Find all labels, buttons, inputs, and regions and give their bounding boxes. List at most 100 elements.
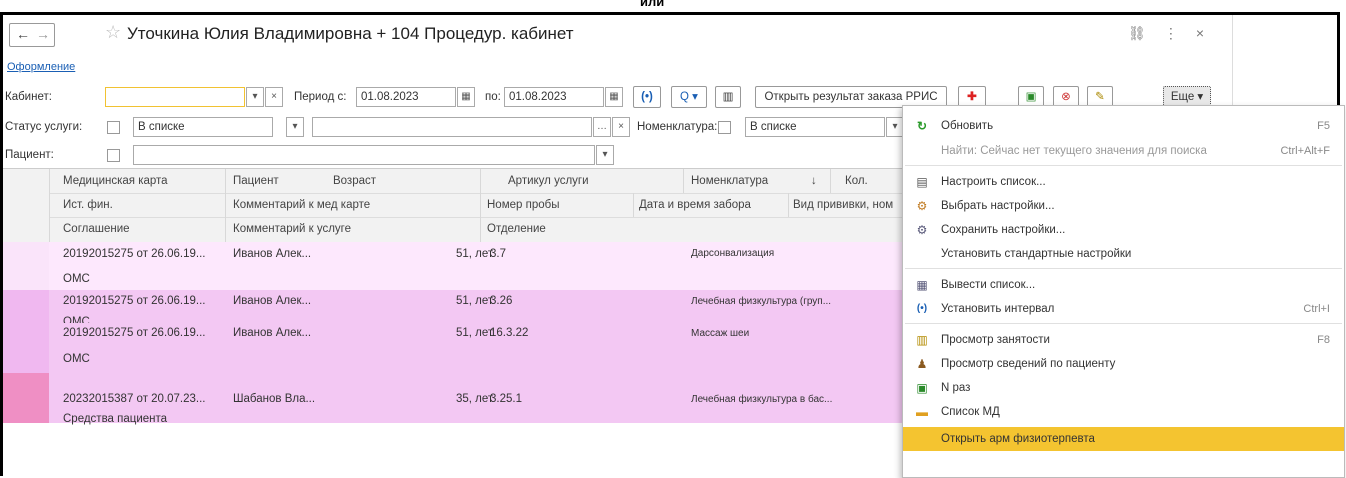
status-clear-button[interactable]: × (612, 117, 630, 137)
cell-nomenclature: Лечебная физкультура в бас... (691, 394, 833, 405)
menu-item-choose-settings[interactable]: ⚙ Выбрать настройки... (903, 194, 1344, 218)
more-menu: ↻ Обновить F5 Найти: Сейчас нет текущего… (902, 105, 1345, 478)
menu-item-label: Просмотр сведений по пациенту (941, 358, 1116, 370)
period-to-label: по: (485, 91, 501, 103)
status-mode-dropdown[interactable]: ▾ (286, 117, 304, 137)
menu-item-configure-list[interactable]: ▤ Настроить список... (903, 170, 1344, 194)
menu-item-set-interval[interactable]: (•) Установить интервал Ctrl+I (903, 297, 1344, 321)
cell-medcard: 20192015275 от 26.06.19... (63, 248, 206, 260)
cell-age: 51, лет (456, 327, 494, 339)
patient-dropdown[interactable]: ▾ (596, 145, 614, 165)
sort-down-icon: ↓ (811, 175, 817, 187)
cell-article: 3.25.1 (490, 393, 522, 405)
menu-item-shortcut: F8 (1317, 334, 1330, 346)
col-fin-source[interactable]: Ист. фин. (63, 199, 113, 211)
patient-icon: ♟ (916, 357, 928, 371)
menu-item-label: Настроить список... (941, 176, 1046, 188)
col-vaccine-type[interactable]: Вид прививки, ном (793, 199, 893, 211)
schedule-icon: ▥ (916, 333, 928, 347)
patient-checkbox[interactable] (107, 149, 120, 162)
col-quantity[interactable]: Кол. (845, 175, 868, 187)
search-button[interactable]: Q ▾ (671, 86, 707, 108)
cell-age: 51, лет (456, 248, 494, 260)
nomen-mode-select[interactable]: В списке (745, 117, 885, 137)
cell-article: 3.7 (490, 248, 506, 260)
back-button[interactable]: ← (16, 26, 30, 42)
col-sample-number[interactable]: Номер пробы (487, 199, 559, 211)
menu-item-md-list[interactable]: ▬ Список МД (903, 400, 1344, 424)
link-icon[interactable]: ⛓ (1128, 25, 1164, 41)
cell-fin-source: ОМС (63, 273, 90, 285)
status-checkbox[interactable] (107, 121, 120, 134)
cell-article: 16.3.22 (490, 327, 529, 339)
menu-item-label: Найти: Сейчас нет текущего значения для … (941, 145, 1207, 157)
calendar-from-icon[interactable]: ▦ (457, 87, 475, 107)
window-title: Уточкина Юлия Владимировна + 104 Процеду… (127, 24, 574, 43)
calendar-grid-icon[interactable]: ▥ (715, 86, 741, 108)
favorite-star-icon[interactable]: ☆ (105, 22, 121, 43)
cabinet-clear-button[interactable]: × (265, 87, 283, 107)
status-choose-button[interactable]: … (593, 117, 611, 137)
col-medcard-comment[interactable]: Комментарий к мед карте (233, 199, 370, 211)
menu-item-shortcut: Ctrl+I (1303, 303, 1330, 315)
col-patient[interactable]: Пациент (233, 175, 279, 187)
menu-item-n-times[interactable]: ▣ N раз (903, 376, 1344, 400)
cell-patient: Иванов Алек... (233, 295, 312, 307)
menu-item-label: Сохранить настройки... (941, 224, 1066, 236)
period-to-input[interactable]: 01.08.2023 (504, 87, 604, 107)
col-department[interactable]: Отделение (487, 223, 546, 235)
refresh-icon: ↻ (916, 119, 928, 133)
list-settings-icon: ▤ (916, 175, 928, 189)
menu-item-label: Обновить (941, 120, 994, 132)
load-settings-icon: ⚙ (916, 199, 928, 213)
more-vertical-icon[interactable]: ⋮ (1164, 25, 1196, 41)
nomen-label: Номенклатура: (637, 121, 718, 133)
cell-fin-source: ОМС (63, 353, 90, 365)
cabinet-input[interactable] (105, 87, 245, 107)
period-from-input[interactable]: 01.08.2023 (356, 87, 456, 107)
status-mode-select[interactable]: В списке (133, 117, 273, 137)
cell-nomenclature: Массаж шеи (691, 328, 750, 339)
menu-item-label: Вывести список... (941, 279, 1036, 291)
folder-icon: ▬ (916, 405, 928, 419)
forward-button[interactable]: → (36, 26, 50, 42)
menu-item-refresh[interactable]: ↻ Обновить F5 (903, 114, 1344, 138)
cell-age: 51, лет (456, 295, 494, 307)
menu-item-label: Просмотр занятости (941, 334, 1050, 346)
interval-button[interactable]: (•) (633, 86, 661, 108)
calendar-to-icon[interactable]: ▦ (605, 87, 623, 107)
cell-patient: Иванов Алек... (233, 248, 312, 260)
cell-nomenclature: Лечебная физкультура (груп... (691, 296, 832, 307)
cell-fin-source: Средства пациента (63, 413, 168, 425)
patient-label: Пациент: (5, 149, 54, 161)
col-nomenclature[interactable]: Номенклатура (691, 175, 768, 187)
menu-item-label: Открыть арм физиотерпевта (941, 433, 1095, 445)
col-sample-datetime[interactable]: Дата и время забора (639, 199, 751, 211)
design-link[interactable]: Оформление (7, 61, 75, 73)
col-service-comment[interactable]: Комментарий к услуге (233, 223, 351, 235)
close-icon[interactable]: × (1196, 25, 1222, 41)
menu-item-view-occupancy[interactable]: ▥ Просмотр занятости F8 (903, 328, 1344, 352)
menu-item-save-settings[interactable]: ⚙ Сохранить настройки... (903, 218, 1344, 242)
menu-item-patient-info[interactable]: ♟ Просмотр сведений по пациенту (903, 352, 1344, 376)
col-agreement[interactable]: Соглашение (63, 223, 130, 235)
menu-item-output-list[interactable]: ▦ Вывести список... (903, 273, 1344, 297)
window-controls: ⛓⋮× (1128, 25, 1222, 42)
menu-item-find[interactable]: Найти: Сейчас нет текущего значения для … (903, 139, 1344, 163)
patient-input[interactable] (133, 145, 595, 165)
status-value-input[interactable] (312, 117, 592, 137)
repeat-icon: ▣ (916, 381, 928, 395)
interval-icon: (•) (916, 303, 928, 314)
nomen-checkbox[interactable] (718, 121, 731, 134)
cell-medcard: 20192015275 от 26.06.19... (63, 327, 206, 339)
col-article[interactable]: Артикул услуги (508, 175, 589, 187)
cell-patient: Иванов Алек... (233, 327, 312, 339)
col-age[interactable]: Возраст (333, 175, 376, 187)
cell-patient: Шабанов Вла... (233, 393, 316, 405)
menu-item-default-settings[interactable]: Установить стандартные настройки (903, 242, 1344, 266)
col-medcard[interactable]: Медицинская карта (63, 175, 168, 187)
period-from-label: Период с: (294, 91, 347, 103)
cell-article: 3.26 (490, 295, 513, 307)
cabinet-dropdown-button[interactable]: ▾ (246, 87, 264, 107)
menu-item-open-physio-workstation[interactable]: Открыть арм физиотерпевта (903, 427, 1344, 451)
